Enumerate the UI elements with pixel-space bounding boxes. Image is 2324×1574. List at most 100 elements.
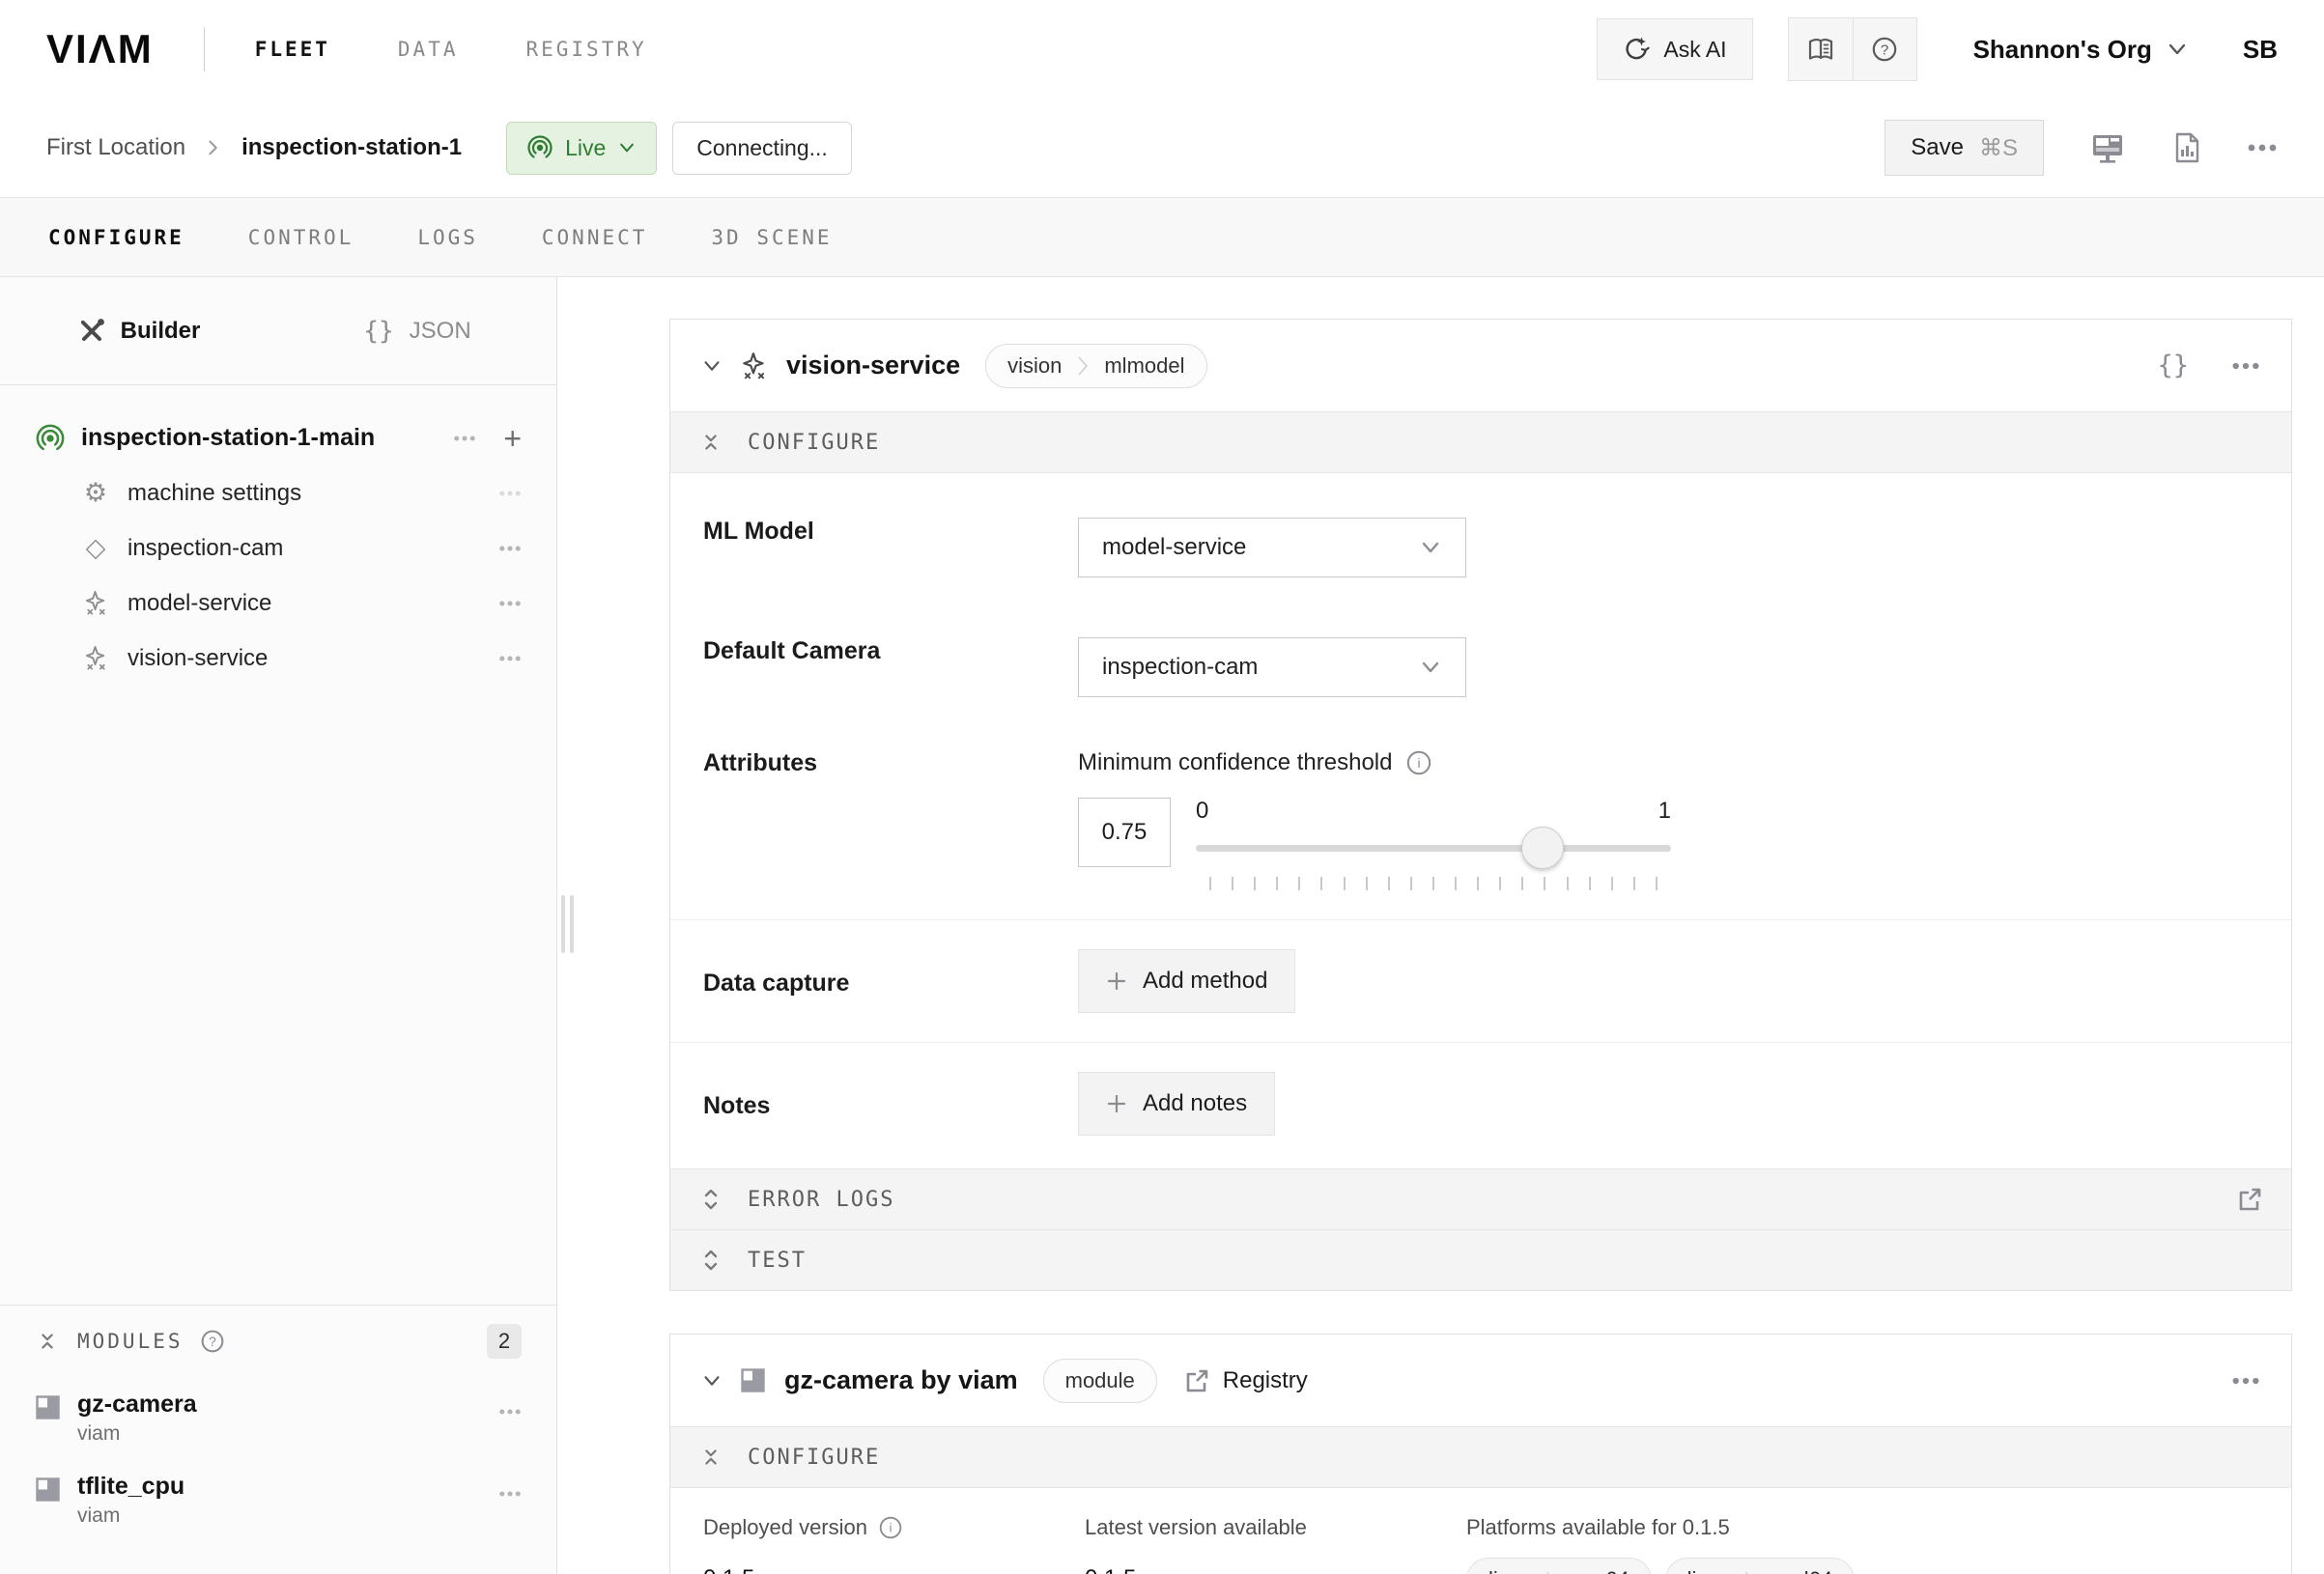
more-options-icon[interactable]	[498, 655, 522, 662]
modules-section: MODULES ? 2 gz-camera viam t	[0, 1305, 556, 1574]
org-switcher[interactable]: Shannon's Org	[1973, 35, 2189, 65]
module-type-pill: module	[1043, 1359, 1157, 1403]
add-method-button[interactable]: Add method	[1078, 949, 1295, 1013]
threshold-label: Minimum confidence threshold	[1078, 749, 1393, 776]
default-camera-select[interactable]: inspection-cam	[1078, 637, 1466, 697]
svg-text:?: ?	[1881, 42, 1888, 59]
field-label: Notes	[703, 1088, 1078, 1120]
ml-model-select[interactable]: model-service	[1078, 518, 1466, 577]
threshold-slider: 0 1	[1196, 798, 1671, 890]
slider-handle[interactable]	[1521, 827, 1564, 869]
tree-item-vision-service[interactable]: vision-service	[0, 631, 556, 686]
book-icon	[1807, 37, 1834, 62]
more-options-icon[interactable]	[2231, 361, 2260, 371]
module-list-item-gz-camera[interactable]: gz-camera viam	[0, 1377, 556, 1459]
help-icon-group: ?	[1788, 17, 1917, 81]
collapse-chevron-icon[interactable]	[701, 355, 723, 377]
error-logs-section-bar[interactable]: ERROR LOGS	[670, 1168, 2291, 1229]
broadcast-icon	[526, 134, 553, 161]
vision-service-card-header: vision-service vision mlmodel {}	[670, 320, 2291, 411]
json-mode-button[interactable]: {} JSON	[278, 277, 556, 384]
tools-icon	[78, 318, 105, 345]
help-circle-icon: ?	[201, 1330, 224, 1353]
ask-ai-button[interactable]: Ask AI	[1597, 18, 1752, 80]
plus-icon	[1106, 970, 1127, 992]
nav-fleet[interactable]: FLEET	[255, 38, 330, 61]
header-divider	[204, 27, 205, 71]
test-section-bar[interactable]: TEST	[670, 1229, 2291, 1290]
slider-min-label: 0	[1196, 798, 1208, 825]
save-button[interactable]: Save ⌘S	[1885, 120, 2044, 176]
tab-3d-scene[interactable]: 3D SCENE	[711, 226, 832, 249]
avatar[interactable]: SB	[2243, 35, 2278, 65]
more-options-icon[interactable]	[498, 490, 522, 497]
tree-item-inspection-cam[interactable]: ◇ inspection-cam	[0, 520, 556, 576]
field-label: Default Camera	[703, 637, 1078, 697]
more-options-icon[interactable]	[2247, 143, 2278, 153]
builder-mode-button[interactable]: Builder	[0, 277, 278, 384]
more-options-icon[interactable]	[498, 1490, 522, 1498]
collapse-icon	[699, 1445, 723, 1470]
gz-camera-module-card: gz-camera by viam module Registry CONFIG…	[669, 1334, 2292, 1574]
add-notes-button[interactable]: Add notes	[1078, 1072, 1275, 1136]
org-name: Shannon's Org	[1973, 35, 2152, 65]
top-header: VIΛM FLEET DATA REGISTRY Ask AI ? Shanno…	[0, 0, 2324, 98]
collapse-icon	[699, 430, 723, 455]
latest-version-value: 0.1.5	[1085, 1565, 1466, 1574]
camera-component-icon: ◇	[79, 533, 112, 563]
attributes-field: Attributes Minimum confidence threshold …	[670, 697, 2291, 919]
slider-track[interactable]	[1196, 845, 1671, 852]
deployed-version-block: Deployed version i 0.1.5	[703, 1515, 1085, 1574]
open-logs-external-icon[interactable]	[2237, 1187, 2262, 1212]
live-status-dropdown[interactable]: Live	[506, 122, 657, 175]
more-options-icon[interactable]	[498, 1408, 522, 1416]
tab-connect[interactable]: CONNECT	[542, 226, 648, 249]
external-link-icon	[1184, 1368, 1209, 1393]
configure-section-bar[interactable]: CONFIGURE	[670, 411, 2291, 472]
more-options-icon[interactable]	[498, 600, 522, 607]
question-icon: ?	[1872, 37, 1897, 62]
breadcrumb-location[interactable]: First Location	[46, 134, 185, 161]
collapse-icon	[35, 1329, 60, 1354]
viam-logo: VIΛM	[46, 26, 154, 72]
module-list-item-tflite-cpu[interactable]: tflite_cpu viam	[0, 1459, 556, 1541]
tab-configure[interactable]: CONFIGURE	[48, 226, 184, 249]
sidebar-resize-handle[interactable]	[561, 895, 574, 953]
platforms-block: Platforms available for 0.1.5 linux arm6…	[1466, 1515, 1855, 1574]
threshold-input[interactable]	[1078, 798, 1171, 867]
tree-item-machine-settings[interactable]: ⚙ machine settings	[0, 465, 556, 520]
more-options-icon[interactable]	[2231, 1376, 2260, 1386]
modules-section-header[interactable]: MODULES ? 2	[0, 1306, 556, 1377]
logs-file-icon[interactable]	[2171, 132, 2200, 163]
tab-logs[interactable]: LOGS	[417, 226, 478, 249]
builder-json-toggle: Builder {} JSON	[0, 277, 556, 385]
data-capture-field: Data capture Add method	[670, 919, 2291, 1042]
help-button[interactable]: ?	[1853, 18, 1916, 80]
service-sparkle-icon	[79, 590, 112, 616]
tree-item-model-service[interactable]: model-service	[0, 576, 556, 631]
info-icon[interactable]: i	[1406, 750, 1431, 775]
nav-data[interactable]: DATA	[398, 38, 459, 61]
nav-registry[interactable]: REGISTRY	[525, 38, 646, 61]
svg-text:i: i	[1417, 755, 1420, 771]
chevron-down-icon	[2166, 38, 2189, 61]
more-options-icon[interactable]	[453, 435, 476, 442]
docs-button[interactable]	[1789, 18, 1853, 80]
collapse-chevron-icon[interactable]	[701, 1370, 723, 1391]
registry-link[interactable]: Registry	[1184, 1367, 1308, 1394]
info-icon[interactable]: i	[879, 1516, 902, 1539]
field-label: Attributes	[703, 749, 1078, 890]
control-monitor-icon[interactable]	[2090, 131, 2125, 164]
tree-root-machine-part[interactable]: inspection-station-1-main +	[0, 410, 556, 465]
modules-count-badge: 2	[487, 1324, 522, 1359]
chevron-down-icon	[1419, 536, 1442, 559]
svg-text:i: i	[890, 1521, 893, 1535]
json-view-icon[interactable]: {}	[2157, 351, 2189, 380]
add-component-icon[interactable]: +	[503, 423, 522, 454]
tab-control[interactable]: CONTROL	[248, 226, 354, 249]
more-options-icon[interactable]	[498, 545, 522, 552]
configure-section-bar[interactable]: CONFIGURE	[670, 1426, 2291, 1487]
connecting-button[interactable]: Connecting...	[672, 122, 852, 175]
platform-pill-linux-arm64: linux arm64	[1466, 1558, 1652, 1574]
pill-divider-icon	[1544, 1568, 1557, 1574]
